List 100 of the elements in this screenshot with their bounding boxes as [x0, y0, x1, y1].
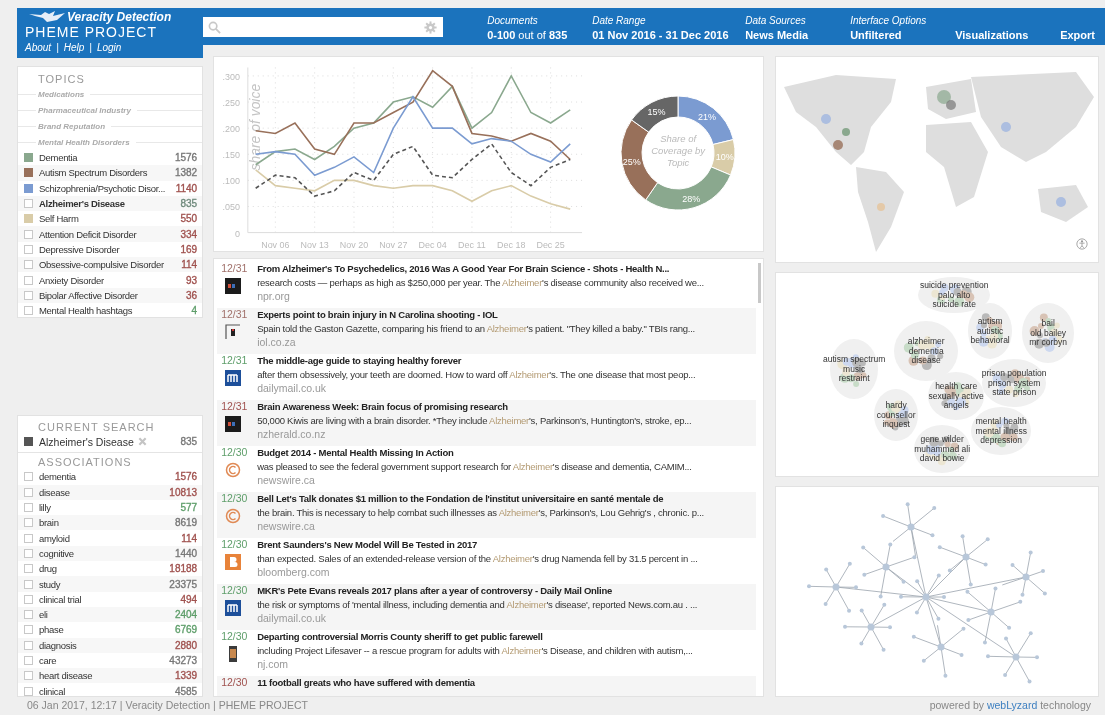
checkbox[interactable]	[24, 275, 33, 285]
news-item[interactable]: 12/31 Experts point to brain injury in N Carolina shooting - IOL Spain told the Gaston Gazette, comparing his friend to an Alzheimer's patient. "They killed a baby." TBIs rang... iol.co.za	[217, 308, 757, 354]
checkbox[interactable]	[24, 564, 33, 574]
topic-row[interactable]: Autism Spectrum Disorders 1382	[18, 165, 203, 181]
toolbar-button[interactable]: Visualizations	[955, 29, 1061, 41]
stat-value[interactable]: News Media	[745, 27, 851, 43]
news-title[interactable]: Brain Awareness Week: Brain focus of promising research	[257, 400, 757, 414]
cluster-term[interactable]: bail	[1041, 318, 1055, 329]
graph-node[interactable]	[901, 579, 906, 584]
graph-node[interactable]	[937, 643, 945, 651]
checkbox[interactable]	[24, 260, 33, 270]
topic-row[interactable]: Dementia 1576	[18, 150, 203, 166]
graph-node[interactable]	[881, 647, 886, 652]
news-title[interactable]: Brent Saunders's New Model Will Be Tested in 2017	[257, 538, 757, 552]
news-title[interactable]: Experts point to brain injury in N Carolina shooting - IOL	[257, 308, 757, 322]
checkbox[interactable]	[24, 671, 33, 681]
graph-node[interactable]	[983, 640, 988, 645]
cluster-term[interactable]: muhammad ali	[914, 444, 971, 454]
cluster-term[interactable]: prison system	[987, 378, 1041, 388]
checkbox[interactable]	[24, 518, 33, 528]
graph-node[interactable]	[823, 602, 828, 607]
cluster-term[interactable]: palo alto	[938, 290, 971, 300]
graph-node[interactable]	[824, 567, 829, 572]
cluster-term[interactable]: angels	[943, 400, 969, 411]
graph-node[interactable]	[854, 585, 859, 590]
checkbox[interactable]	[24, 594, 33, 604]
graph-node[interactable]	[986, 654, 991, 659]
graph-node[interactable]	[965, 589, 970, 594]
remove-icon[interactable]	[137, 437, 147, 447]
person-icon[interactable]	[1076, 238, 1089, 250]
cluster-term[interactable]: suicide prevention	[919, 280, 989, 291]
graph-node[interactable]	[948, 568, 952, 573]
graph-node[interactable]	[832, 583, 840, 591]
graph-node[interactable]	[983, 562, 988, 567]
checkbox[interactable]	[24, 229, 33, 239]
topic-row[interactable]: Anxiety Disorder 93	[18, 272, 203, 288]
checkbox[interactable]	[24, 625, 33, 635]
graph-node[interactable]	[960, 534, 965, 539]
graph-node[interactable]	[1020, 592, 1025, 597]
graph-node[interactable]	[862, 572, 867, 577]
news-title[interactable]: Departing controversial Morris County sheriff to get public farewell	[257, 630, 757, 644]
nav-link[interactable]: About	[25, 42, 52, 53]
graph-node[interactable]	[936, 616, 941, 621]
graph-node[interactable]	[1018, 599, 1023, 604]
topic-row[interactable]: Obsessive-compulsive Disorder 114	[18, 257, 203, 273]
graph-node[interactable]	[1028, 550, 1033, 555]
news-item[interactable]	[217, 492, 757, 538]
association-row[interactable]: study 23375	[18, 576, 203, 592]
association-row[interactable]: clinical 4585	[18, 683, 203, 699]
graph-node[interactable]	[1007, 625, 1012, 630]
topic-row[interactable]: Schizophrenia/Psychotic Disor... 1140	[18, 180, 203, 196]
graph-node[interactable]	[985, 537, 990, 542]
graph-node[interactable]	[962, 553, 970, 561]
cluster-term[interactable]: autistic	[976, 326, 1004, 336]
checkbox[interactable]	[24, 472, 33, 482]
association-row[interactable]: cognitive 1440	[18, 545, 203, 562]
graph-node[interactable]	[882, 602, 887, 607]
topic-row[interactable]: Self Harm 550	[18, 211, 203, 227]
news-item[interactable]: 12/31 Brain Awareness Week: Brain focus of promising research 50,000 Kiwis are living with a brain disorder. *They include Alzheimer's, Parkinson's, Huntington's, stroke, ep... nzherald.co.nz	[217, 400, 757, 446]
graph-node[interactable]	[932, 506, 937, 511]
stat-value[interactable]: 01 Nov 2016 - 31 Dec 2016	[592, 27, 746, 43]
checkbox[interactable]	[24, 244, 33, 254]
association-row[interactable]: clinical trial 494	[18, 591, 203, 607]
graph-node[interactable]	[1041, 569, 1046, 574]
checkbox[interactable]	[24, 306, 33, 316]
graph-node[interactable]	[915, 579, 920, 584]
association-row[interactable]: heart disease 1339	[18, 668, 203, 684]
graph-node[interactable]	[847, 608, 852, 613]
association-row[interactable]: drug 18188	[18, 561, 203, 577]
checkbox[interactable]	[24, 487, 33, 497]
toolbar-button[interactable]: Export	[1060, 29, 1095, 41]
graph-node[interactable]	[1027, 679, 1032, 684]
graph-node[interactable]	[905, 502, 910, 507]
cluster-term[interactable]: alzheimer	[907, 336, 945, 347]
association-row[interactable]: amyloid 114	[18, 530, 203, 546]
cluster-term[interactable]: autism	[977, 316, 1003, 327]
graph-node[interactable]	[968, 582, 973, 587]
news-title[interactable]: MKR's Pete Evans reveals 2017 plans after a year of controversy - Daily Mail Online	[257, 584, 757, 598]
graph-node[interactable]	[922, 658, 926, 663]
graph-node[interactable]	[882, 563, 890, 571]
graph-node[interactable]	[1003, 672, 1008, 677]
news-item[interactable]: 12/31 The middle-age guide to staying healthy forever after them obsessively, your teeth are doomed. How to ward off Alzheimer's. The one disease that most peop... dailymail.co.uk	[217, 354, 757, 400]
graph-node[interactable]	[859, 641, 864, 646]
news-item[interactable]: 12/30 11 football greats who have suffered with dementia	[217, 676, 757, 696]
graph-node[interactable]	[912, 555, 917, 560]
cluster-term[interactable]: prison population	[981, 368, 1047, 379]
news-item[interactable]	[217, 584, 757, 630]
graph-node[interactable]	[912, 634, 916, 639]
graph-node[interactable]	[993, 586, 998, 591]
cluster-term[interactable]: old bailey	[1030, 328, 1067, 338]
cluster-term[interactable]: depression	[980, 435, 1022, 446]
association-row[interactable]: diagnosis 2880	[18, 637, 203, 653]
checkbox[interactable]	[24, 579, 33, 589]
graph-node[interactable]	[1035, 655, 1040, 660]
checkbox[interactable]	[24, 610, 33, 620]
graph-node[interactable]	[907, 523, 915, 531]
graph-node[interactable]	[1010, 563, 1015, 568]
checkbox[interactable]	[24, 290, 33, 300]
cluster-term[interactable]: autism spectrum	[823, 354, 886, 365]
graph-node[interactable]	[922, 593, 930, 601]
